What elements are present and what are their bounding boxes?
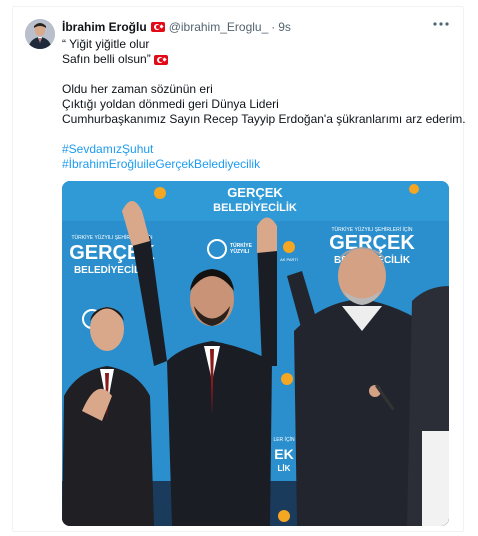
banner-text: TÜRKİYE — [230, 242, 253, 249]
banner-text: BELEDİYECİLİK — [213, 201, 297, 214]
ak-parti-bulb-icon — [281, 373, 293, 385]
turkey-flag-icon — [153, 54, 168, 65]
banner-text: EK — [274, 446, 293, 462]
tweet-timestamp[interactable]: 9s — [278, 20, 291, 34]
banner-text: YÜZYILI — [230, 248, 250, 255]
hashtag-link[interactable]: #SevdamızŞuhut — [62, 142, 153, 157]
ak-parti-bulb-icon — [283, 241, 295, 253]
author-avatar[interactable] — [25, 19, 55, 49]
turkey-flag-icon — [150, 22, 165, 32]
ak-parti-bulb-icon — [409, 184, 419, 194]
banner-text: LİK — [278, 464, 291, 473]
more-options-icon[interactable] — [431, 17, 451, 31]
tweet-text-line: Çıktığı yoldan dönmedi geri Dünya Lideri — [62, 97, 279, 111]
tweet-text-line: Oldu her zaman sözünün eri — [62, 82, 213, 96]
separator-dot: · — [271, 20, 276, 34]
tweet-card[interactable]: İbrahim Eroğlu @ibrahim_Eroglu_ · 9s “ Y… — [12, 6, 466, 532]
tweet-text-fragment: Safın belli olsun” — [62, 52, 151, 66]
ak-parti-bulb-icon — [154, 187, 166, 199]
ak-parti-bulb-icon — [278, 510, 290, 522]
tweet-text-line: Cumhurbaşkanımız Sayın Recep Tayyip Erdo… — [62, 112, 466, 126]
tweet-photo[interactable]: GERÇEK BELEDİYECİLİK TÜRKİYE YÜZYILI ŞEH… — [62, 181, 449, 526]
hashtag-link[interactable]: #İbrahimEroğluileGerçekBelediyecilik — [62, 157, 260, 172]
tweet-text-line: “ Yiğit yiğitle olur — [62, 37, 150, 51]
tweet-header: İbrahim Eroğlu @ibrahim_Eroglu_ · 9s — [62, 19, 291, 35]
tweet-text-line: Safın belli olsun” — [62, 52, 172, 67]
author-name[interactable]: İbrahim Eroğlu — [62, 20, 147, 34]
banner-text: GERÇEK — [227, 185, 283, 200]
author-handle[interactable]: @ibrahim_Eroglu_ — [169, 20, 269, 34]
banner-text: LER İÇİN — [273, 436, 295, 443]
banner-text: AK PARTİ — [280, 257, 298, 262]
